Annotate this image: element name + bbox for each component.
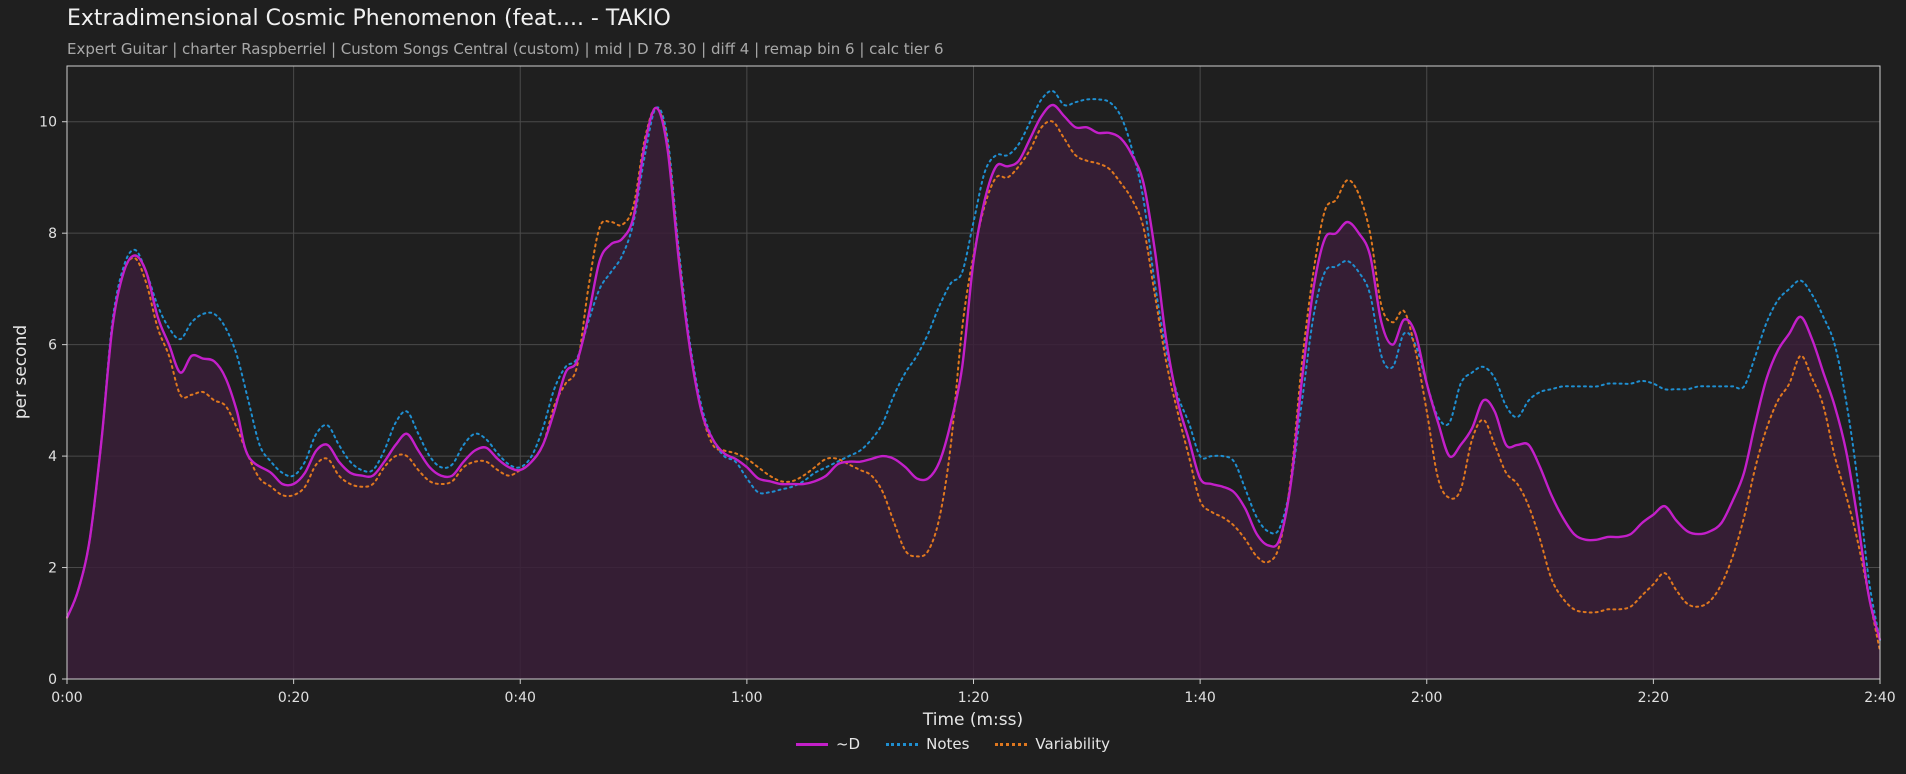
y-tick-label: 2	[48, 561, 57, 577]
x-tick-label: 0:00	[51, 690, 82, 706]
legend-label: Variability	[1035, 735, 1111, 753]
y-tick-label: 0	[48, 672, 57, 688]
x-tick-label: 0:20	[278, 690, 309, 706]
x-tick-label: 2:20	[1638, 690, 1669, 706]
y-axis-label: per second	[11, 325, 31, 419]
y-axis-ticks: 0 2 4 6 8 10	[39, 115, 67, 688]
line-chart: 0:00 0:20 0:40 1:00 1:20 1:40 2:00 2:20 2:40 0 2 4…	[11, 65, 1896, 730]
y-tick-label: 4	[48, 449, 57, 465]
legend-swatch	[995, 742, 1028, 746]
x-axis-ticks: 0:00 0:20 0:40 1:00 1:20 1:40 2:00 2:20 2:40	[51, 679, 1896, 706]
y-tick-label: 8	[48, 226, 57, 242]
legend-swatch	[886, 742, 919, 746]
x-tick-label: 0:40	[505, 690, 536, 706]
legend-item: ~D	[795, 735, 861, 753]
x-tick-label: 2:40	[1864, 690, 1895, 706]
legend-item: Notes	[886, 735, 969, 753]
y-tick-label: 10	[39, 115, 57, 131]
y-tick-label: 6	[48, 338, 57, 354]
x-tick-label: 1:20	[958, 690, 989, 706]
x-tick-label: 2:00	[1411, 690, 1442, 706]
x-axis-label: Time (m:ss)	[922, 710, 1023, 730]
x-tick-label: 1:40	[1184, 690, 1215, 706]
legend-label: Notes	[926, 735, 970, 753]
x-tick-label: 1:00	[731, 690, 762, 706]
legend-swatch	[795, 742, 828, 746]
legend-item: Variability	[995, 735, 1110, 753]
legend: ~D Notes Variability	[0, 735, 1906, 753]
legend-label: ~D	[835, 735, 861, 753]
